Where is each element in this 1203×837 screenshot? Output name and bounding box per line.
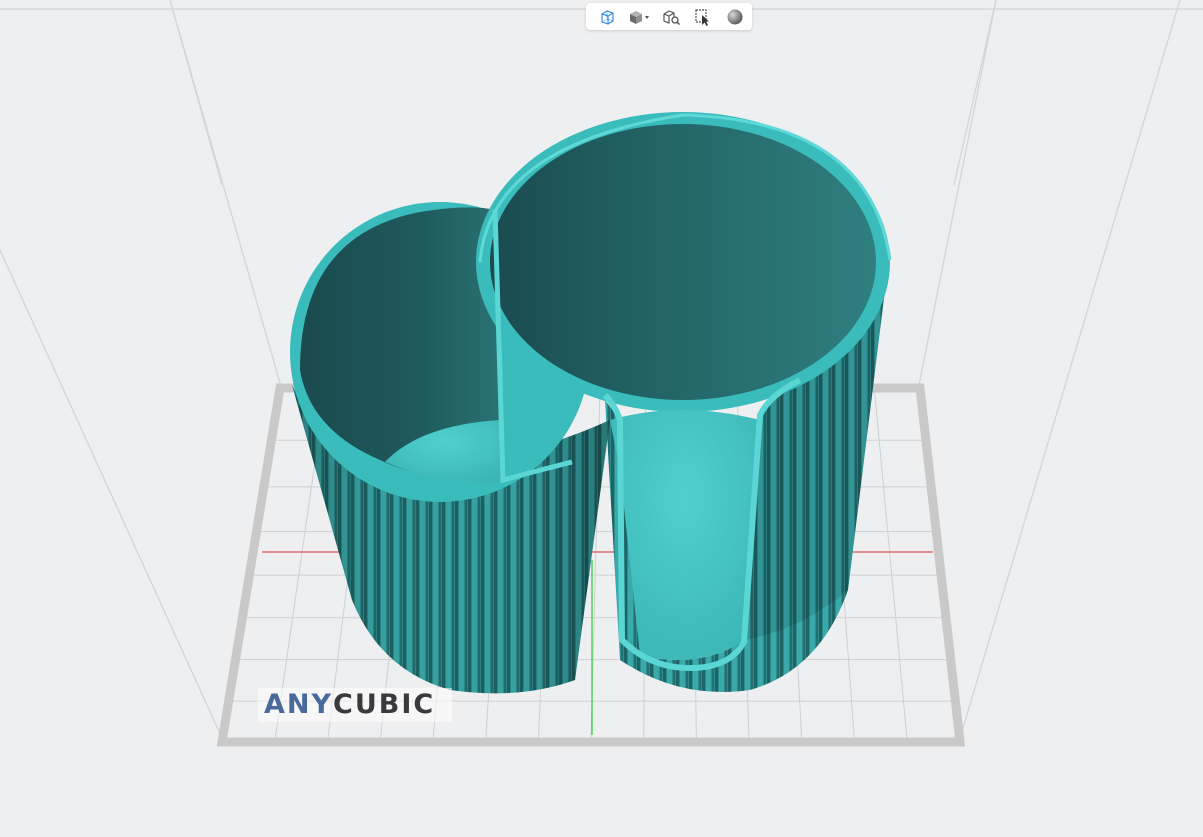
view-toolbar bbox=[586, 3, 752, 30]
logo-text-any: ANY bbox=[264, 689, 334, 720]
logo-text-cubic: CUBIC bbox=[333, 689, 436, 720]
volume-edge-left-back bbox=[169, 0, 283, 391]
volume-edge-right-upper bbox=[953, 0, 997, 186]
volume-edge-left bbox=[0, 249, 223, 739]
sphere-render-icon bbox=[727, 9, 742, 24]
select-cursor-icon bbox=[694, 8, 709, 26]
wireframe-cube-icon bbox=[600, 9, 614, 25]
solid-view-dropdown-button[interactable] bbox=[624, 5, 653, 29]
view-box-search-icon bbox=[662, 9, 680, 25]
3d-viewport[interactable] bbox=[0, 0, 1203, 837]
brand-logo: ANYCUBIC bbox=[264, 690, 435, 720]
volume-edge-right-back bbox=[917, 0, 997, 391]
right-cup-inner bbox=[490, 124, 876, 400]
select-mode-button[interactable] bbox=[688, 5, 717, 29]
grid-line bbox=[873, 387, 908, 743]
wireframe-view-button[interactable] bbox=[592, 5, 621, 29]
view-zoom-fit-button[interactable] bbox=[656, 5, 685, 29]
solid-cube-dropdown-icon bbox=[629, 10, 649, 24]
volume-edge-right bbox=[959, 0, 1181, 739]
render-mode-button[interactable] bbox=[720, 5, 749, 29]
model-double-cup-holder[interactable] bbox=[290, 112, 892, 694]
